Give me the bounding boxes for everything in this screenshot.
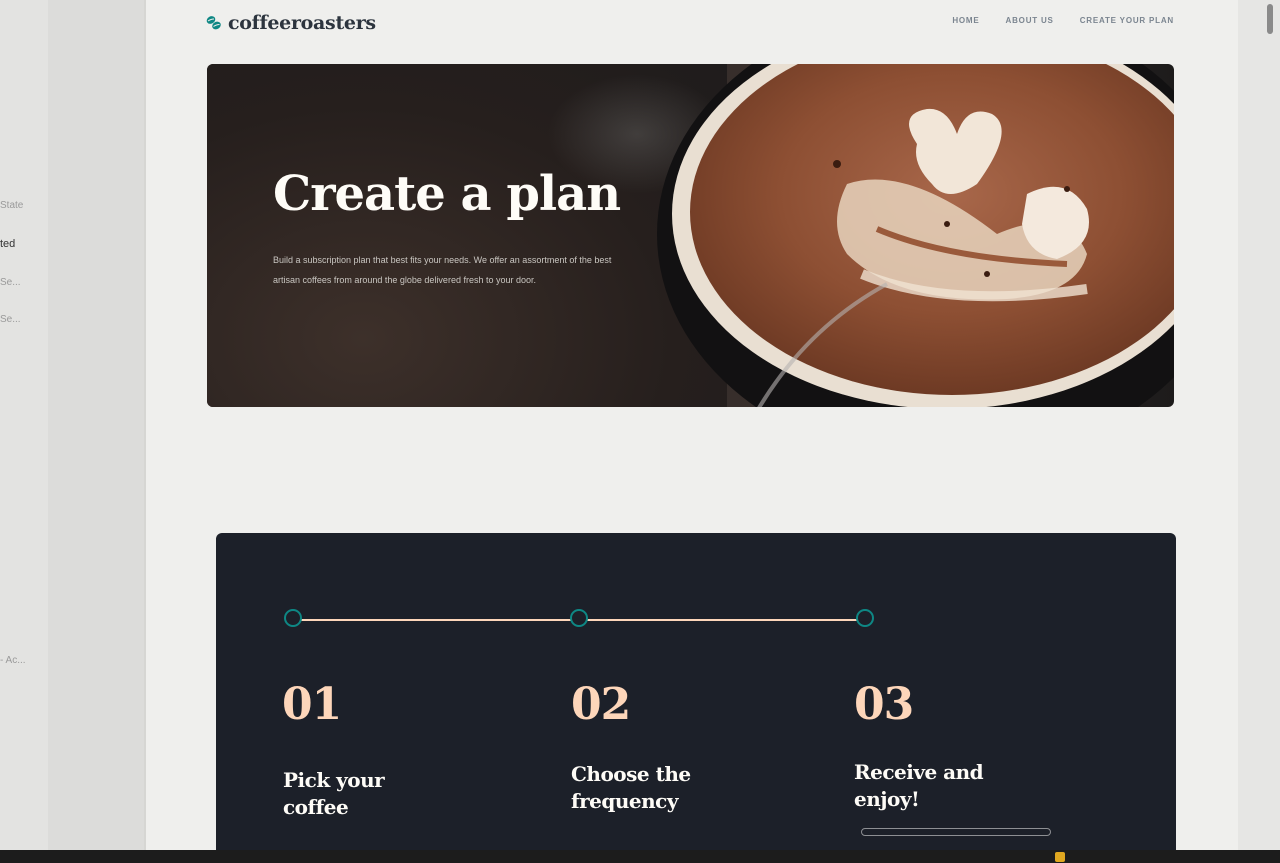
site-logo[interactable]: coffeeroasters xyxy=(205,12,376,34)
step-underline xyxy=(861,828,1051,836)
step-title-2: Choose the frequency xyxy=(571,762,691,813)
step-number-3: 03 xyxy=(854,679,914,730)
page-gutter-right xyxy=(1238,0,1280,850)
hero-banner: Create a plan Build a subscription plan … xyxy=(207,64,1174,407)
logo-text: coffeeroasters xyxy=(228,12,376,34)
latte-art-image xyxy=(657,64,1174,407)
nav-create-your-plan[interactable]: CREATE YOUR PLAN xyxy=(1080,16,1174,25)
panel-item: State xyxy=(0,200,24,211)
hero-title: Create a plan xyxy=(273,166,621,222)
scrollbar-thumb[interactable] xyxy=(1267,4,1273,34)
step-dot-2 xyxy=(570,609,588,627)
panel-item: Se... xyxy=(0,277,21,288)
taskbar xyxy=(0,850,1280,863)
step-number-1: 01 xyxy=(282,679,342,730)
editor-gutter xyxy=(48,0,144,863)
step-title-3: Receive and enjoy! xyxy=(854,760,984,811)
nav-home[interactable]: HOME xyxy=(952,16,979,25)
nav-about-us[interactable]: ABOUT US xyxy=(1006,16,1054,25)
panel-item: Se... xyxy=(0,314,21,325)
main-nav: HOME ABOUT US CREATE YOUR PLAN xyxy=(952,16,1174,25)
coffee-bean-icon xyxy=(206,16,221,30)
step-number-2: 02 xyxy=(571,679,631,730)
step-dot-3 xyxy=(856,609,874,627)
how-it-works-section: 01 02 03 Pick your coffee Choose the fre… xyxy=(216,533,1176,863)
panel-item: ted xyxy=(0,238,16,250)
tray-icon[interactable] xyxy=(1055,852,1065,862)
step-dot-1 xyxy=(284,609,302,627)
panel-item: - Ac... xyxy=(0,655,26,666)
hero-description: Build a subscription plan that best fits… xyxy=(273,255,612,285)
editor-side-panel: State ted Se... Se... - Ac... xyxy=(0,0,48,863)
step-title-1: Pick your coffee xyxy=(283,768,385,819)
